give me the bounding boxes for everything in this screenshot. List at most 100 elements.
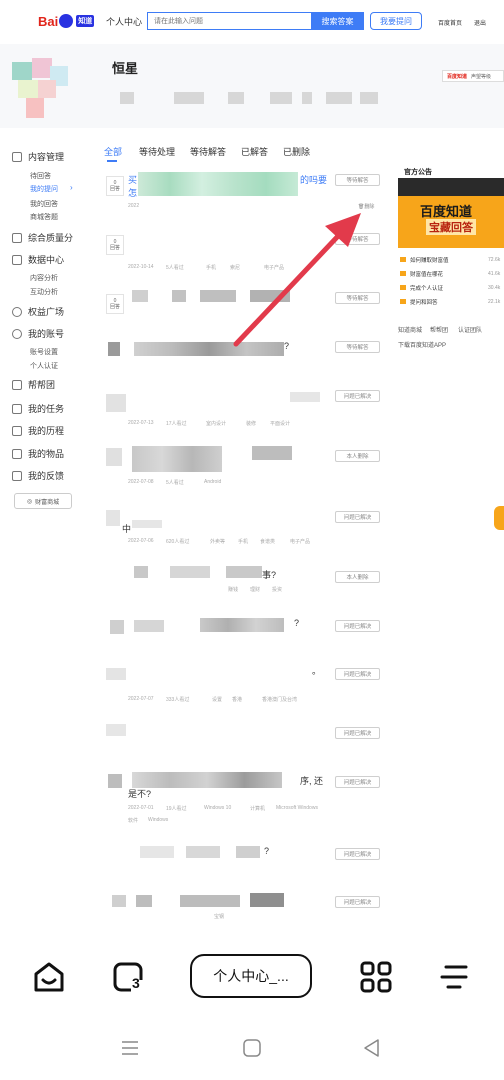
redacted-question-title (138, 172, 298, 196)
search-input[interactable] (147, 12, 311, 30)
redacted-question-title (290, 392, 320, 402)
level-badge[interactable]: 百度知道 声望等级 (442, 70, 504, 82)
recent-apps-icon[interactable] (120, 1038, 140, 1058)
status-button[interactable]: 问题已解决 (335, 620, 380, 632)
status-button[interactable]: 本人删除 (335, 571, 380, 583)
sidebar-label: 我的账号 (28, 329, 65, 339)
team-icon (12, 379, 22, 390)
status-button[interactable]: 等待解答 (335, 174, 380, 186)
status-button[interactable]: 问题已解决 (335, 668, 380, 680)
redacted-question-title (106, 510, 120, 526)
avatar[interactable] (12, 58, 70, 120)
question-title-tail[interactable]: 事? (262, 568, 276, 581)
question-meta: 2022-07-07 (128, 696, 154, 702)
delete-link[interactable]: 🗑删除 (358, 203, 374, 210)
sidebar-item-interaction-analysis[interactable]: 互动分析 (30, 287, 58, 297)
search-button[interactable]: 搜索答案 (311, 12, 364, 30)
ask-question-button[interactable]: 我要提问 (370, 12, 422, 30)
question-title-tail[interactable]: 。 (312, 664, 321, 677)
sidebar-item-my-answers[interactable]: 我的回答 (30, 199, 58, 209)
sidebar-item-pending-answer[interactable]: 待回答 (30, 171, 51, 181)
baidu-zhidao-logo[interactable]: Bai 知道 (38, 11, 98, 31)
tabs-switcher-button[interactable]: 3 (112, 961, 146, 995)
sidebar-quality-score[interactable]: 综合质量分 (12, 231, 73, 244)
sidebar-content-management[interactable]: 内容管理 (12, 150, 64, 163)
auth-team-link[interactable]: 认证团队 (458, 325, 482, 334)
sidebar-item-personal-auth[interactable]: 个人认证 (30, 361, 58, 371)
fortune-mall-button[interactable]: ◎ 财富商城 (14, 493, 72, 509)
sidebar-item-account-settings[interactable]: 账号设置 (30, 347, 58, 357)
question-meta: 香港澳门及台湾 (262, 697, 298, 703)
status-button[interactable]: 问题已解决 (335, 390, 380, 402)
promo-banner[interactable]: 百度知道 宝藏回答 (398, 178, 504, 248)
notice-item[interactable]: 财富值在哪花 (410, 270, 443, 278)
sidebar-item-my-questions[interactable]: 我的提问 (30, 184, 58, 194)
status-button[interactable]: 问题已解决 (335, 848, 380, 860)
sidebar-data-center[interactable]: 数据中心 (12, 253, 64, 266)
back-icon[interactable] (362, 1038, 382, 1058)
sidebar-label: 我的历程 (28, 426, 65, 436)
status-button[interactable]: 等待解答 (335, 341, 380, 353)
address-bar[interactable]: 个人中心_... (190, 954, 312, 998)
question-title-tail[interactable]: ? (284, 341, 289, 351)
items-icon (12, 448, 22, 459)
question-title-tail[interactable]: 的吗要 (300, 173, 327, 186)
sidebar-help-team[interactable]: 帮帮团 (12, 378, 55, 391)
redacted-profile-info (120, 92, 134, 104)
status-button[interactable]: 问题已解决 (335, 776, 380, 788)
sidebar-my-account[interactable]: 我的账号 (12, 327, 64, 340)
redacted-question-title (134, 566, 148, 578)
question-title-tail[interactable]: ? (294, 618, 299, 628)
notice-count: 72.6k (488, 257, 501, 263)
menu-icon[interactable] (440, 963, 468, 991)
sidebar-my-feedback[interactable]: 我的反馈 (12, 469, 64, 482)
sidebar-item-content-analysis[interactable]: 内容分析 (30, 273, 58, 283)
tab-waiting-answer[interactable]: 等待解答 (190, 145, 226, 158)
status-button[interactable]: 等待解答 (335, 233, 380, 245)
redacted-question-title (134, 620, 164, 632)
logout-link[interactable]: 退出 (474, 18, 486, 27)
redacted-question-title (106, 724, 126, 736)
question-meta: Windows 10 (204, 805, 232, 811)
question-meta: 19人看过 (166, 806, 187, 812)
question-title[interactable]: 买 (128, 173, 137, 186)
question-title-line2[interactable]: 是不? (128, 787, 151, 800)
redacted-question-title (180, 895, 240, 907)
notice-item[interactable]: 完成个人认证 (410, 284, 443, 292)
status-button[interactable]: 本人删除 (335, 450, 380, 462)
tab-answered[interactable]: 已解答 (241, 145, 268, 158)
tab-deleted[interactable]: 已删除 (283, 145, 310, 158)
redacted-question-title (106, 448, 122, 466)
status-button[interactable]: 问题已解决 (335, 511, 380, 523)
sidebar-item-mall-answers[interactable]: 商城答题 (30, 212, 58, 222)
notice-item[interactable]: 如何赚取财富值 (410, 256, 449, 264)
home-nav-icon[interactable] (242, 1038, 262, 1058)
sidebar-my-tasks[interactable]: 我的任务 (12, 402, 64, 415)
status-button[interactable]: 等待解答 (335, 292, 380, 304)
question-meta: 赚钱 (228, 587, 239, 593)
page-tag: 个人中心 (106, 17, 143, 27)
download-app-link[interactable]: 下载百度知道APP (398, 340, 446, 349)
status-button[interactable]: 问题已解决 (335, 727, 380, 739)
tab-pending[interactable]: 等待处理 (139, 145, 175, 158)
mall-link[interactable]: 知道商城 (398, 325, 422, 334)
question-meta: 索尼 (230, 265, 241, 271)
help-team-link[interactable]: 帮帮团 (430, 325, 448, 334)
tab-all[interactable]: 全部 (104, 145, 122, 158)
sidebar-my-items[interactable]: 我的物品 (12, 447, 64, 460)
apps-grid-icon[interactable] (360, 961, 392, 993)
sidebar-label: 权益广场 (28, 307, 65, 317)
home-icon[interactable] (32, 960, 66, 994)
question-title-tail[interactable]: ? (264, 846, 269, 856)
baidu-home-link[interactable]: 百度首页 (438, 18, 462, 27)
sidebar-rights-plaza[interactable]: 权益广场 (12, 305, 64, 318)
status-button[interactable]: 问题已解决 (335, 896, 380, 908)
question-title-line2[interactable]: 怎 (128, 186, 137, 199)
notice-item[interactable]: 提问和回答 (410, 298, 438, 306)
question-title-tail[interactable]: 中 (122, 522, 131, 535)
redacted-question-title (250, 290, 290, 302)
redacted-question-title (200, 618, 284, 632)
floating-reward-badge[interactable] (494, 506, 504, 530)
sidebar-my-history[interactable]: 我的历程 (12, 424, 64, 437)
question-title-tail[interactable]: 序, 还 (300, 774, 323, 787)
